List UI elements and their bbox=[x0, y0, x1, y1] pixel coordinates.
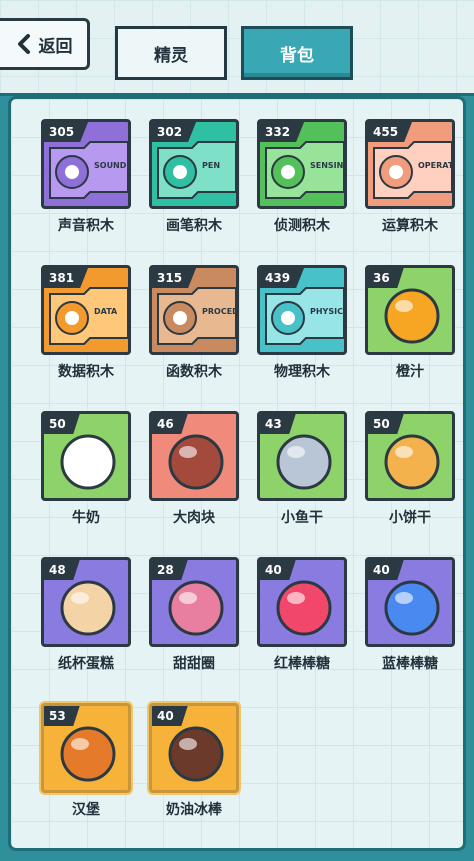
item-name: 画笔积木 bbox=[166, 218, 222, 234]
item-card[interactable]: 48 bbox=[41, 557, 131, 647]
tab-backpack[interactable]: 背包 bbox=[241, 26, 353, 80]
inventory-item[interactable]: 28 甜甜圈 bbox=[149, 557, 239, 673]
block-tag: PHYSICS bbox=[310, 307, 344, 316]
inventory-item[interactable]: 455OPERATO 运算积木 bbox=[365, 119, 455, 235]
item-name: 小饼干 bbox=[389, 510, 431, 526]
item-card[interactable]: 455OPERATO bbox=[365, 119, 455, 209]
item-name: 牛奶 bbox=[72, 510, 100, 526]
item-name: 侦测积木 bbox=[274, 218, 330, 234]
block-tag: PEN bbox=[202, 161, 220, 170]
inventory-item[interactable]: 50 小饼干 bbox=[365, 411, 455, 527]
back-button[interactable]: 返回 bbox=[0, 18, 90, 70]
item-card[interactable]: 381 DATA bbox=[41, 265, 131, 355]
block-tag: OPERATO bbox=[418, 161, 452, 170]
inventory-item[interactable]: 43 小鱼干 bbox=[257, 411, 347, 527]
item-card[interactable]: 53 bbox=[41, 703, 131, 793]
item-card[interactable]: 40 bbox=[365, 557, 455, 647]
item-card[interactable]: 50 bbox=[41, 411, 131, 501]
item-name: 声音积木 bbox=[58, 218, 114, 234]
item-card[interactable]: 50 bbox=[365, 411, 455, 501]
item-name: 数据积木 bbox=[58, 364, 114, 380]
item-name: 大肉块 bbox=[173, 510, 215, 526]
tab-sprite[interactable]: 精灵 bbox=[115, 26, 227, 80]
top-bar: 返回 精灵 背包 bbox=[0, 0, 474, 96]
item-name: 奶油冰棒 bbox=[166, 802, 222, 818]
inventory-item[interactable]: 36 橙汁 bbox=[365, 265, 455, 381]
inventory-item[interactable]: 50 牛奶 bbox=[41, 411, 131, 527]
inventory-item[interactable]: 305 SOUND 声音积木 bbox=[41, 119, 131, 235]
block-tag: SOUND bbox=[94, 161, 127, 170]
inventory-item[interactable]: 381 DATA 数据积木 bbox=[41, 265, 131, 381]
inventory-item[interactable]: 40 红棒棒糖 bbox=[257, 557, 347, 673]
block-tag: SENSING bbox=[310, 161, 344, 170]
item-card[interactable]: 40 bbox=[149, 703, 239, 793]
item-card[interactable]: 28 bbox=[149, 557, 239, 647]
item-card[interactable]: 40 bbox=[257, 557, 347, 647]
item-name: 汉堡 bbox=[72, 802, 100, 818]
inventory-item[interactable]: 315 PROCED 函数积木 bbox=[149, 265, 239, 381]
item-name: 运算积木 bbox=[382, 218, 438, 234]
item-name: 小鱼干 bbox=[281, 510, 323, 526]
inventory-item[interactable]: 40 蓝棒棒糖 bbox=[365, 557, 455, 673]
item-name: 红棒棒糖 bbox=[274, 656, 330, 672]
back-arrow-icon bbox=[17, 34, 30, 54]
inventory-item[interactable]: 302 PEN 画笔积木 bbox=[149, 119, 239, 235]
back-label: 返回 bbox=[38, 36, 73, 57]
item-card[interactable]: 332SENSING bbox=[257, 119, 347, 209]
tab-backpack-label: 背包 bbox=[280, 45, 314, 66]
item-card[interactable]: 439PHYSICS bbox=[257, 265, 347, 355]
inventory-item[interactable]: 332SENSING 侦测积木 bbox=[257, 119, 347, 235]
inventory-item[interactable]: 46 大肉块 bbox=[149, 411, 239, 527]
item-card[interactable]: 36 bbox=[365, 265, 455, 355]
item-name: 甜甜圈 bbox=[173, 656, 215, 672]
item-card[interactable]: 43 bbox=[257, 411, 347, 501]
item-name: 蓝棒棒糖 bbox=[382, 656, 438, 672]
inventory-panel: 305SOUND 声音积木 302PEN 画笔积木 332SENSING 侦测积木 455O… bbox=[8, 96, 466, 851]
block-tag: PROCED bbox=[202, 307, 236, 316]
inventory-item[interactable]: 48 纸杯蛋糕 bbox=[41, 557, 131, 673]
tab-sprite-label: 精灵 bbox=[154, 45, 188, 66]
item-card[interactable]: 315 PROCED bbox=[149, 265, 239, 355]
item-name: 函数积木 bbox=[166, 364, 222, 380]
item-name: 纸杯蛋糕 bbox=[58, 656, 114, 672]
block-tag: DATA bbox=[94, 307, 118, 316]
inventory-item[interactable]: 53 汉堡 bbox=[41, 703, 131, 819]
item-name: 橙汁 bbox=[396, 364, 424, 380]
inventory-item[interactable]: 439PHYSICS 物理积木 bbox=[257, 265, 347, 381]
item-card[interactable]: 302 PEN bbox=[149, 119, 239, 209]
item-card[interactable]: 305 SOUND bbox=[41, 119, 131, 209]
item-card[interactable]: 46 bbox=[149, 411, 239, 501]
inventory-item[interactable]: 40 奶油冰棒 bbox=[149, 703, 239, 819]
item-name: 物理积木 bbox=[274, 364, 330, 380]
